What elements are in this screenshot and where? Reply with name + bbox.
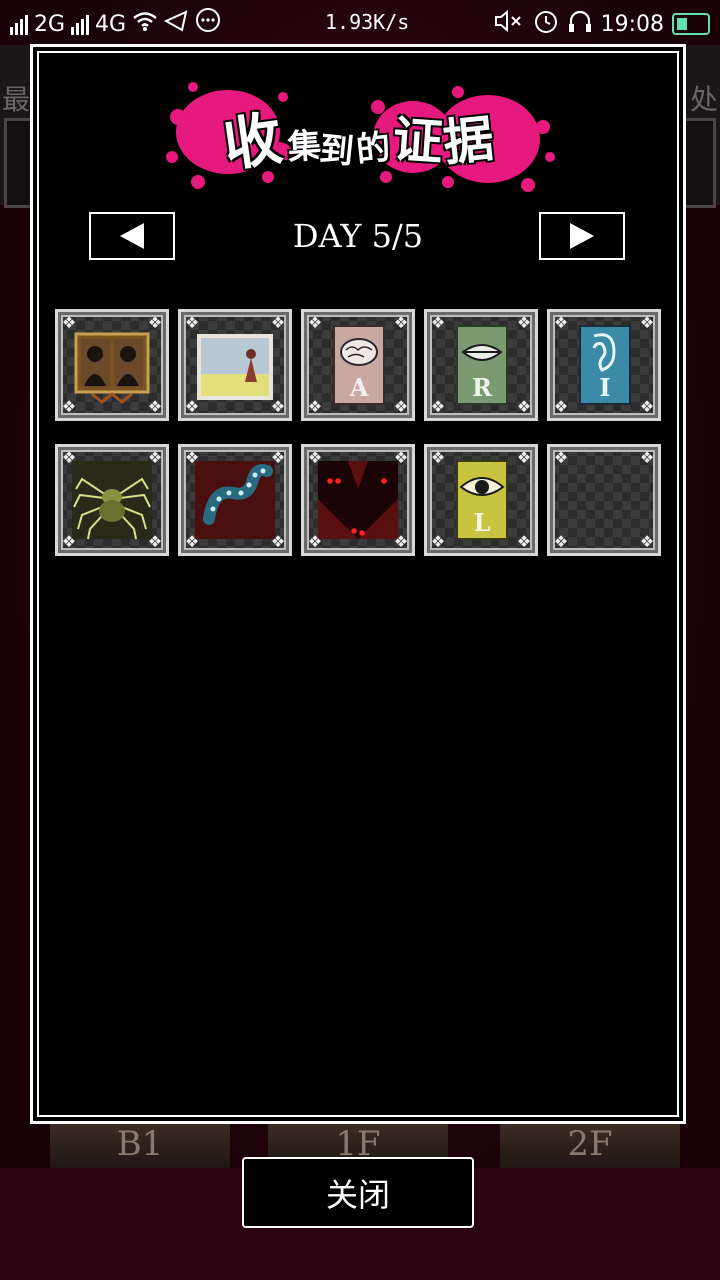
- evidence-slot-twin-portrait[interactable]: ❖ ❖ ❖ ❖: [55, 309, 169, 421]
- evidence-slot-tentacle[interactable]: ❖ ❖ ❖ ❖: [178, 444, 292, 556]
- lips-card-icon: R: [456, 325, 508, 405]
- close-button[interactable]: 关闭: [242, 1157, 474, 1228]
- evidence-slot-brain-card[interactable]: A ❖ ❖ ❖ ❖: [301, 309, 415, 421]
- evidence-dialog: 收 集 到 的 证 据 DAY 5/5 ❖ ❖ ❖ ❖ ❖ ❖ ❖ ❖ A ❖ …: [30, 44, 686, 1124]
- message-bubble-icon: [194, 8, 222, 40]
- alarm-icon: [533, 8, 559, 40]
- eye-card-icon: L: [456, 460, 508, 540]
- next-day-button[interactable]: [539, 212, 625, 260]
- network-type-label: 4G: [95, 11, 127, 37]
- signal-bars-icon: [71, 13, 90, 35]
- wifi-icon: [132, 10, 158, 38]
- status-bar: 2G 4G 1.93K/s 19:08: [0, 0, 720, 48]
- network-type-label: 2G: [34, 11, 66, 37]
- right-triangle-icon: [570, 223, 594, 249]
- evidence-slot-ear-card[interactable]: I ❖ ❖ ❖ ❖: [547, 309, 661, 421]
- evidence-title: 收 集 到 的 证 据: [158, 77, 558, 197]
- evidence-grid: ❖ ❖ ❖ ❖ ❖ ❖ ❖ ❖ A ❖ ❖ ❖ ❖ R ❖ ❖ ❖ ❖ I ❖ …: [55, 309, 665, 559]
- card-letter: I: [599, 373, 610, 402]
- floor-button-2f: 2F: [500, 1120, 680, 1168]
- evidence-slot-empty[interactable]: ❖ ❖ ❖ ❖: [547, 444, 661, 556]
- previous-day-button[interactable]: [89, 212, 175, 260]
- girl-photo-icon: [197, 334, 273, 400]
- ear-card-icon: I: [579, 325, 631, 405]
- tentacle-icon: [195, 461, 275, 539]
- evidence-slot-spider[interactable]: ❖ ❖ ❖ ❖: [55, 444, 169, 556]
- signal-bars-icon: [10, 13, 28, 35]
- background-text-right: 处: [689, 83, 718, 116]
- card-letter: R: [472, 373, 493, 402]
- background-text-left: 最: [2, 83, 31, 116]
- day-counter: DAY 5/5: [292, 217, 424, 255]
- battery-icon: [672, 13, 710, 35]
- mute-icon: [493, 9, 525, 39]
- evidence-slot-eye-card[interactable]: L ❖ ❖ ❖ ❖: [424, 444, 538, 556]
- title-char: 到: [317, 128, 356, 173]
- network-speed: 1.93K/s: [325, 10, 410, 34]
- headphones-icon: [567, 8, 593, 40]
- evidence-slot-girl-photo[interactable]: ❖ ❖ ❖ ❖: [178, 309, 292, 421]
- clock-time: 19:08: [600, 11, 664, 37]
- background-box-right: [682, 118, 716, 208]
- spider-icon: [72, 461, 152, 540]
- card-letter: L: [474, 508, 491, 537]
- evidence-slot-lips-card[interactable]: R ❖ ❖ ❖ ❖: [424, 309, 538, 421]
- card-letter: A: [349, 373, 369, 402]
- title-char: 收: [219, 104, 287, 180]
- title-char: 据: [440, 109, 497, 173]
- left-triangle-icon: [120, 223, 144, 249]
- evidence-slot-shadow[interactable]: ❖ ❖ ❖ ❖: [301, 444, 415, 556]
- brain-card-icon: A: [333, 325, 385, 405]
- floor-button-b1: B1: [50, 1120, 230, 1168]
- dialog-inner-border: [37, 51, 679, 1117]
- send-icon: [163, 10, 188, 38]
- twin-portrait-icon: [74, 332, 150, 404]
- title-char: 的: [354, 126, 393, 171]
- red-eyed-shadow-icon: [318, 461, 398, 539]
- title-char: 证: [390, 110, 445, 172]
